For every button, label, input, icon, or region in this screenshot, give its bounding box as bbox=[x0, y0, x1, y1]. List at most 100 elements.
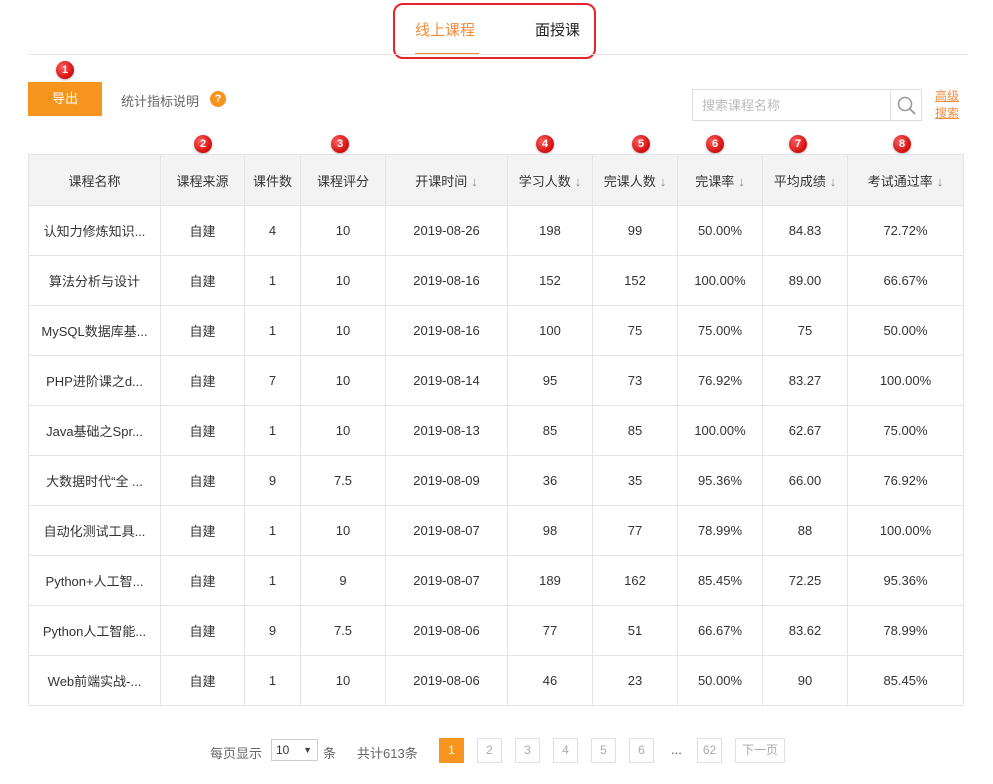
cell-completion-rate: 85.45% bbox=[677, 555, 763, 606]
cell-course-name[interactable]: Web前端实战-... bbox=[28, 655, 161, 706]
column-header-completion-rate[interactable]: 完课率 ↓ bbox=[677, 154, 763, 206]
total-count: 共计613条 bbox=[357, 746, 418, 761]
sort-arrow-icon[interactable]: ↓ bbox=[575, 174, 582, 189]
tab-face-to-face[interactable]: 面授课 bbox=[535, 19, 580, 40]
sort-arrow-icon[interactable]: ↓ bbox=[830, 174, 837, 189]
cell-source: 自建 bbox=[160, 505, 245, 556]
page-button-5[interactable]: 5 bbox=[591, 738, 616, 763]
cell-average-score: 62.67 bbox=[762, 405, 848, 456]
cell-learners: 152 bbox=[507, 255, 593, 306]
cell-average-score: 84.83 bbox=[762, 205, 848, 256]
cell-learners: 198 bbox=[507, 205, 593, 256]
marker-6: 6 bbox=[706, 135, 724, 153]
cell-rating: 10 bbox=[300, 655, 386, 706]
tab-online-courses[interactable]: 线上课程 bbox=[415, 19, 475, 40]
per-page-unit: 条 bbox=[323, 746, 337, 761]
table-row: Python人工智能... 自建 9 7.5 2019-08-06 77 51 66.67% 8… bbox=[28, 605, 964, 656]
cell-course-name[interactable]: 大数据时代“全 ... bbox=[28, 455, 161, 506]
cell-completion-rate: 78.99% bbox=[677, 505, 763, 556]
cell-completion-rate: 100.00% bbox=[677, 405, 763, 456]
cell-start-date: 2019-08-09 bbox=[385, 455, 508, 506]
per-page-select[interactable]: 10 ▼ bbox=[271, 739, 318, 761]
cell-source: 自建 bbox=[160, 655, 245, 706]
cell-start-date: 2019-08-16 bbox=[385, 255, 508, 306]
cell-pass-rate: 95.36% bbox=[847, 555, 964, 606]
page-button-3[interactable]: 3 bbox=[515, 738, 540, 763]
cell-completers: 152 bbox=[592, 255, 678, 306]
sort-arrow-icon[interactable]: ↓ bbox=[471, 174, 478, 189]
table-row: 认知力修炼知识... 自建 4 10 2019-08-26 198 99 50.00% 84.8… bbox=[28, 205, 964, 256]
question-icon[interactable]: ? bbox=[210, 91, 226, 107]
marker-4: 4 bbox=[536, 135, 554, 153]
cell-course-name[interactable]: MySQL数据库基... bbox=[28, 305, 161, 356]
column-header-courseware-count: 课件数 bbox=[244, 154, 301, 206]
cell-average-score: 83.27 bbox=[762, 355, 848, 406]
page-button-2[interactable]: 2 bbox=[477, 738, 502, 763]
column-header-learners[interactable]: 学习人数 ↓ bbox=[507, 154, 593, 206]
cell-courseware-count: 9 bbox=[244, 455, 301, 506]
cell-course-name[interactable]: Python人工智能... bbox=[28, 605, 161, 656]
next-page-button[interactable]: 下一页 bbox=[735, 738, 785, 763]
export-button[interactable]: 导出 bbox=[28, 82, 102, 116]
cell-course-name[interactable]: Java基础之Spr... bbox=[28, 405, 161, 456]
page-button-1[interactable]: 1 bbox=[439, 738, 464, 763]
cell-learners: 77 bbox=[507, 605, 593, 656]
column-header-course-name: 课程名称 bbox=[28, 154, 161, 206]
sort-arrow-icon[interactable]: ↓ bbox=[660, 174, 667, 189]
cell-completion-rate: 100.00% bbox=[677, 255, 763, 306]
column-header-rating: 课程评分 bbox=[300, 154, 386, 206]
chevron-down-icon: ▼ bbox=[303, 745, 312, 755]
table-row: 算法分析与设计 自建 1 10 2019-08-16 152 152 100.00% 89.00… bbox=[28, 255, 964, 306]
cell-completion-rate: 66.67% bbox=[677, 605, 763, 656]
page-button-6[interactable]: 6 bbox=[629, 738, 654, 763]
cell-learners: 46 bbox=[507, 655, 593, 706]
cell-course-name[interactable]: Python+人工智... bbox=[28, 555, 161, 606]
cell-average-score: 90 bbox=[762, 655, 848, 706]
cell-completion-rate: 50.00% bbox=[677, 655, 763, 706]
table-row: Python+人工智... 自建 1 9 2019-08-07 189 162 85.45% 7… bbox=[28, 555, 964, 606]
marker-3: 3 bbox=[331, 135, 349, 153]
marker-5: 5 bbox=[632, 135, 650, 153]
cell-completion-rate: 76.92% bbox=[677, 355, 763, 406]
cell-courseware-count: 1 bbox=[244, 555, 301, 606]
cell-rating: 10 bbox=[300, 355, 386, 406]
cell-start-date: 2019-08-14 bbox=[385, 355, 508, 406]
column-header-start-date[interactable]: 开课时间 ↓ bbox=[385, 154, 508, 206]
cell-average-score: 75 bbox=[762, 305, 848, 356]
cell-start-date: 2019-08-06 bbox=[385, 605, 508, 656]
marker-2: 2 bbox=[194, 135, 212, 153]
cell-course-name[interactable]: 算法分析与设计 bbox=[28, 255, 161, 306]
cell-course-name[interactable]: PHP进阶课之d... bbox=[28, 355, 161, 406]
cell-completers: 73 bbox=[592, 355, 678, 406]
cell-learners: 100 bbox=[507, 305, 593, 356]
cell-courseware-count: 4 bbox=[244, 205, 301, 256]
sort-arrow-icon[interactable]: ↓ bbox=[937, 174, 944, 189]
cell-source: 自建 bbox=[160, 255, 245, 306]
page-button-last[interactable]: 62 bbox=[697, 738, 722, 763]
column-header-pass-rate[interactable]: 考试通过率 ↓ bbox=[847, 154, 964, 206]
advanced-search-link[interactable]: 高级搜索 bbox=[935, 88, 965, 122]
cell-courseware-count: 7 bbox=[244, 355, 301, 406]
search-icon bbox=[897, 96, 916, 115]
stats-help-link[interactable]: 统计指标说明 bbox=[121, 91, 199, 110]
cell-completers: 75 bbox=[592, 305, 678, 356]
cell-completers: 85 bbox=[592, 405, 678, 456]
cell-learners: 98 bbox=[507, 505, 593, 556]
per-page-value: 10 bbox=[276, 743, 290, 757]
column-header-average-score[interactable]: 平均成绩 ↓ bbox=[762, 154, 848, 206]
cell-course-name[interactable]: 自动化测试工具... bbox=[28, 505, 161, 556]
column-header-completers[interactable]: 完课人数 ↓ bbox=[592, 154, 678, 206]
column-header-source: 课程来源 bbox=[160, 154, 245, 206]
page-button-4[interactable]: 4 bbox=[553, 738, 578, 763]
cell-learners: 85 bbox=[507, 405, 593, 456]
search-button[interactable] bbox=[890, 90, 921, 120]
cell-average-score: 83.62 bbox=[762, 605, 848, 656]
search-input[interactable] bbox=[693, 90, 891, 120]
course-stats-table: 课程名称 课程来源 课件数 课程评分 开课时间 ↓ 学习人数 ↓ 完课人数 ↓ 完课率… bbox=[28, 154, 964, 706]
cell-learners: 95 bbox=[507, 355, 593, 406]
sort-arrow-icon[interactable]: ↓ bbox=[738, 174, 745, 189]
cell-average-score: 66.00 bbox=[762, 455, 848, 506]
cell-completers: 35 bbox=[592, 455, 678, 506]
cell-course-name[interactable]: 认知力修炼知识... bbox=[28, 205, 161, 256]
cell-pass-rate: 76.92% bbox=[847, 455, 964, 506]
